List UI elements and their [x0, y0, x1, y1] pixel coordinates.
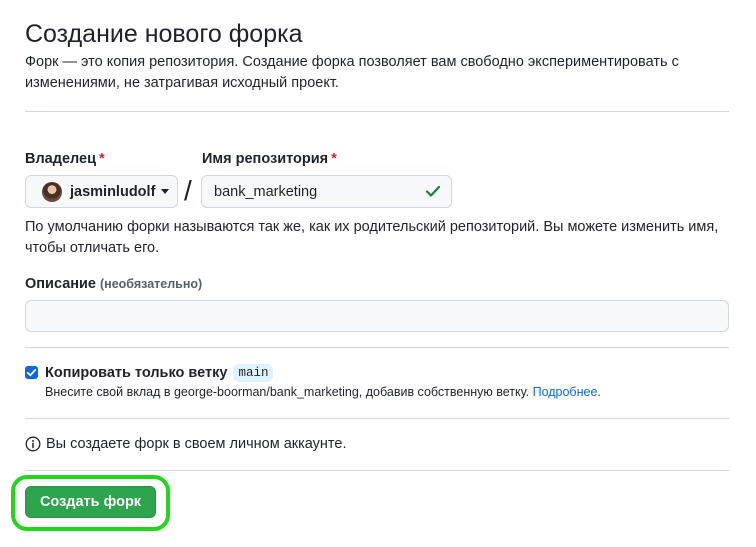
owner-repo-separator: /	[184, 175, 192, 206]
owner-label: Владелец *	[25, 151, 105, 167]
divider	[25, 470, 729, 471]
learn-more-link[interactable]: Подробнее	[533, 385, 598, 399]
divider	[25, 111, 729, 112]
copy-main-branch-checkbox[interactable]	[25, 366, 38, 379]
owner-name: jasminludolf	[70, 183, 156, 200]
owner-dropdown[interactable]: jasminludolf	[25, 175, 178, 208]
avatar	[42, 181, 62, 202]
required-mark: *	[99, 151, 105, 167]
description-label: Описание (необязательно)	[25, 276, 203, 292]
description-input[interactable]	[25, 300, 729, 332]
optional-note: (необязательно)	[100, 277, 203, 291]
personal-account-notice: Вы создаете форк в своем личном аккаунте…	[25, 436, 347, 452]
fork-naming-hint: По умолчанию форки называются так же, ка…	[25, 219, 719, 256]
repository-name-input[interactable]	[201, 175, 452, 208]
info-icon	[25, 436, 41, 452]
divider	[25, 347, 729, 348]
create-fork-button[interactable]: Создать форк	[25, 486, 156, 518]
repository-name-label: Имя репозитория *	[202, 151, 337, 167]
page-subtitle: Форк — это копия репозитория. Создание ф…	[25, 54, 679, 91]
copy-branch-note: Внесите свой вклад в george-boorman/bank…	[45, 385, 601, 399]
caret-down-icon	[161, 189, 170, 194]
required-mark: *	[331, 151, 337, 167]
check-icon	[425, 185, 441, 197]
checkmark-icon	[26, 368, 37, 377]
page-title: Создание нового форка	[25, 20, 303, 48]
branch-name: main	[233, 364, 274, 382]
divider	[25, 418, 729, 419]
copy-branch-label[interactable]: Копировать только ветку main	[45, 364, 274, 382]
fork-page: Создание нового форка Форк — это копия р…	[0, 0, 756, 547]
